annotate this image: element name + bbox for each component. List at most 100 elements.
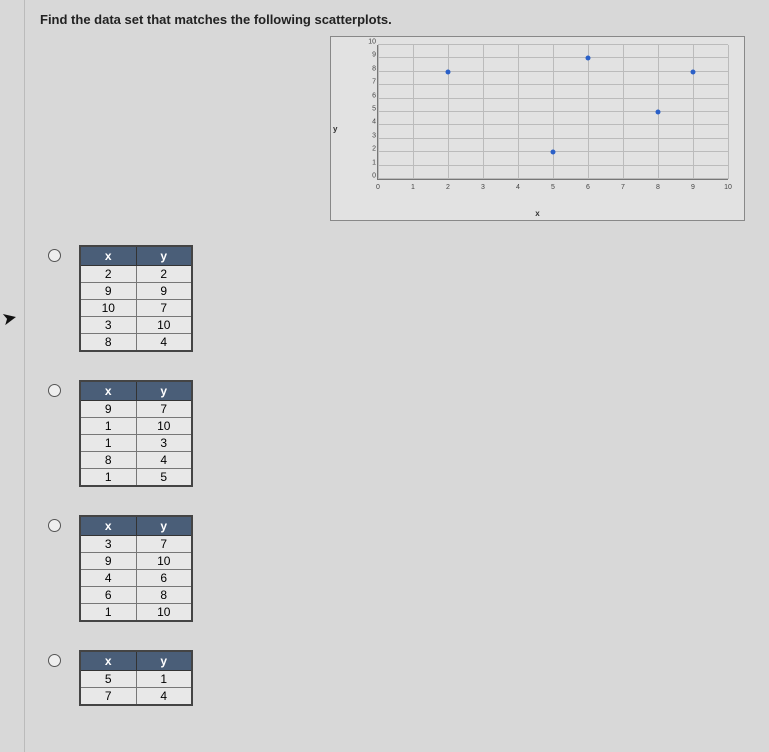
data-table: xy229910731084 — [79, 245, 193, 352]
y-tick: 1 — [366, 159, 376, 166]
grid-vertical — [728, 45, 729, 179]
answer-options: xy229910731084xy97110138415xy37910466811… — [48, 245, 193, 734]
cell-x: 8 — [80, 334, 136, 352]
scatter-point — [551, 150, 556, 155]
cell-y: 3 — [136, 435, 192, 452]
answer-option-1[interactable]: xy97110138415 — [48, 380, 193, 487]
grid-vertical — [483, 45, 484, 179]
cell-y: 10 — [136, 317, 192, 334]
cell-y: 10 — [136, 604, 192, 622]
cell-x: 1 — [80, 604, 136, 622]
grid-vertical — [448, 45, 449, 179]
x-tick: 6 — [586, 184, 590, 191]
grid-vertical — [553, 45, 554, 179]
table-header-y: y — [136, 516, 192, 536]
cell-y: 9 — [136, 283, 192, 300]
cell-x: 6 — [80, 587, 136, 604]
cell-y: 7 — [136, 401, 192, 418]
cell-y: 10 — [136, 418, 192, 435]
cell-x: 7 — [80, 688, 136, 706]
radio-button[interactable] — [48, 384, 61, 397]
table-row: 74 — [80, 688, 192, 706]
cell-x: 5 — [80, 671, 136, 688]
cursor-icon: ➤ — [0, 307, 19, 331]
y-tick: 2 — [366, 146, 376, 153]
cell-y: 4 — [136, 334, 192, 352]
grid-vertical — [518, 45, 519, 179]
cell-y: 7 — [136, 536, 192, 553]
cell-x: 1 — [80, 418, 136, 435]
x-axis-label: x — [535, 209, 539, 218]
table-row: 110 — [80, 604, 192, 622]
table-row: 97 — [80, 401, 192, 418]
x-tick: 3 — [481, 184, 485, 191]
x-tick: 1 — [411, 184, 415, 191]
grid-horizontal — [378, 98, 728, 99]
data-table: xy5174 — [79, 650, 193, 706]
grid-horizontal — [378, 124, 728, 125]
cell-y: 8 — [136, 587, 192, 604]
data-table: xy97110138415 — [79, 380, 193, 487]
answer-option-3[interactable]: xy5174 — [48, 650, 193, 706]
cell-x: 2 — [80, 266, 136, 283]
table-header-y: y — [136, 651, 192, 671]
cell-x: 9 — [80, 553, 136, 570]
grid-horizontal — [378, 44, 728, 45]
y-tick: 8 — [366, 65, 376, 72]
y-axis-label: y — [333, 124, 337, 133]
cell-x: 9 — [80, 401, 136, 418]
x-tick: 7 — [621, 184, 625, 191]
cell-x: 9 — [80, 283, 136, 300]
cell-x: 1 — [80, 435, 136, 452]
radio-button[interactable] — [48, 519, 61, 532]
table-row: 110 — [80, 418, 192, 435]
table-row: 22 — [80, 266, 192, 283]
cell-y: 4 — [136, 452, 192, 469]
scatter-point — [586, 56, 591, 61]
table-row: 84 — [80, 452, 192, 469]
table-row: 107 — [80, 300, 192, 317]
cell-x: 10 — [80, 300, 136, 317]
x-tick: 4 — [516, 184, 520, 191]
radio-button[interactable] — [48, 654, 61, 667]
table-header-x: x — [80, 246, 136, 266]
x-tick: 10 — [724, 184, 732, 191]
y-tick: 6 — [366, 92, 376, 99]
grid-horizontal — [378, 84, 728, 85]
x-tick: 2 — [446, 184, 450, 191]
x-tick: 5 — [551, 184, 555, 191]
cell-y: 5 — [136, 469, 192, 487]
table-row: 84 — [80, 334, 192, 352]
cell-x: 4 — [80, 570, 136, 587]
grid-vertical — [588, 45, 589, 179]
radio-button[interactable] — [48, 249, 61, 262]
x-tick: 0 — [376, 184, 380, 191]
scatter-point — [656, 110, 661, 115]
cell-y: 10 — [136, 553, 192, 570]
answer-option-2[interactable]: xy379104668110 — [48, 515, 193, 622]
table-row: 51 — [80, 671, 192, 688]
table-row: 13 — [80, 435, 192, 452]
grid-vertical — [623, 45, 624, 179]
x-tick: 9 — [691, 184, 695, 191]
grid-horizontal — [378, 71, 728, 72]
grid-horizontal — [378, 57, 728, 58]
table-header-x: x — [80, 516, 136, 536]
plot-area: 012345678910012345678910 — [377, 45, 728, 180]
y-tick: 10 — [366, 39, 376, 46]
cell-y: 6 — [136, 570, 192, 587]
x-tick: 8 — [656, 184, 660, 191]
table-row: 310 — [80, 317, 192, 334]
cell-y: 1 — [136, 671, 192, 688]
y-tick: 3 — [366, 132, 376, 139]
scatter-point — [446, 69, 451, 74]
grid-vertical — [378, 45, 379, 179]
y-tick: 7 — [366, 79, 376, 86]
table-header-y: y — [136, 246, 192, 266]
answer-option-0[interactable]: xy229910731084 — [48, 245, 193, 352]
cell-y: 7 — [136, 300, 192, 317]
cell-x: 8 — [80, 452, 136, 469]
grid-vertical — [693, 45, 694, 179]
grid-horizontal — [378, 111, 728, 112]
y-tick: 9 — [366, 52, 376, 59]
